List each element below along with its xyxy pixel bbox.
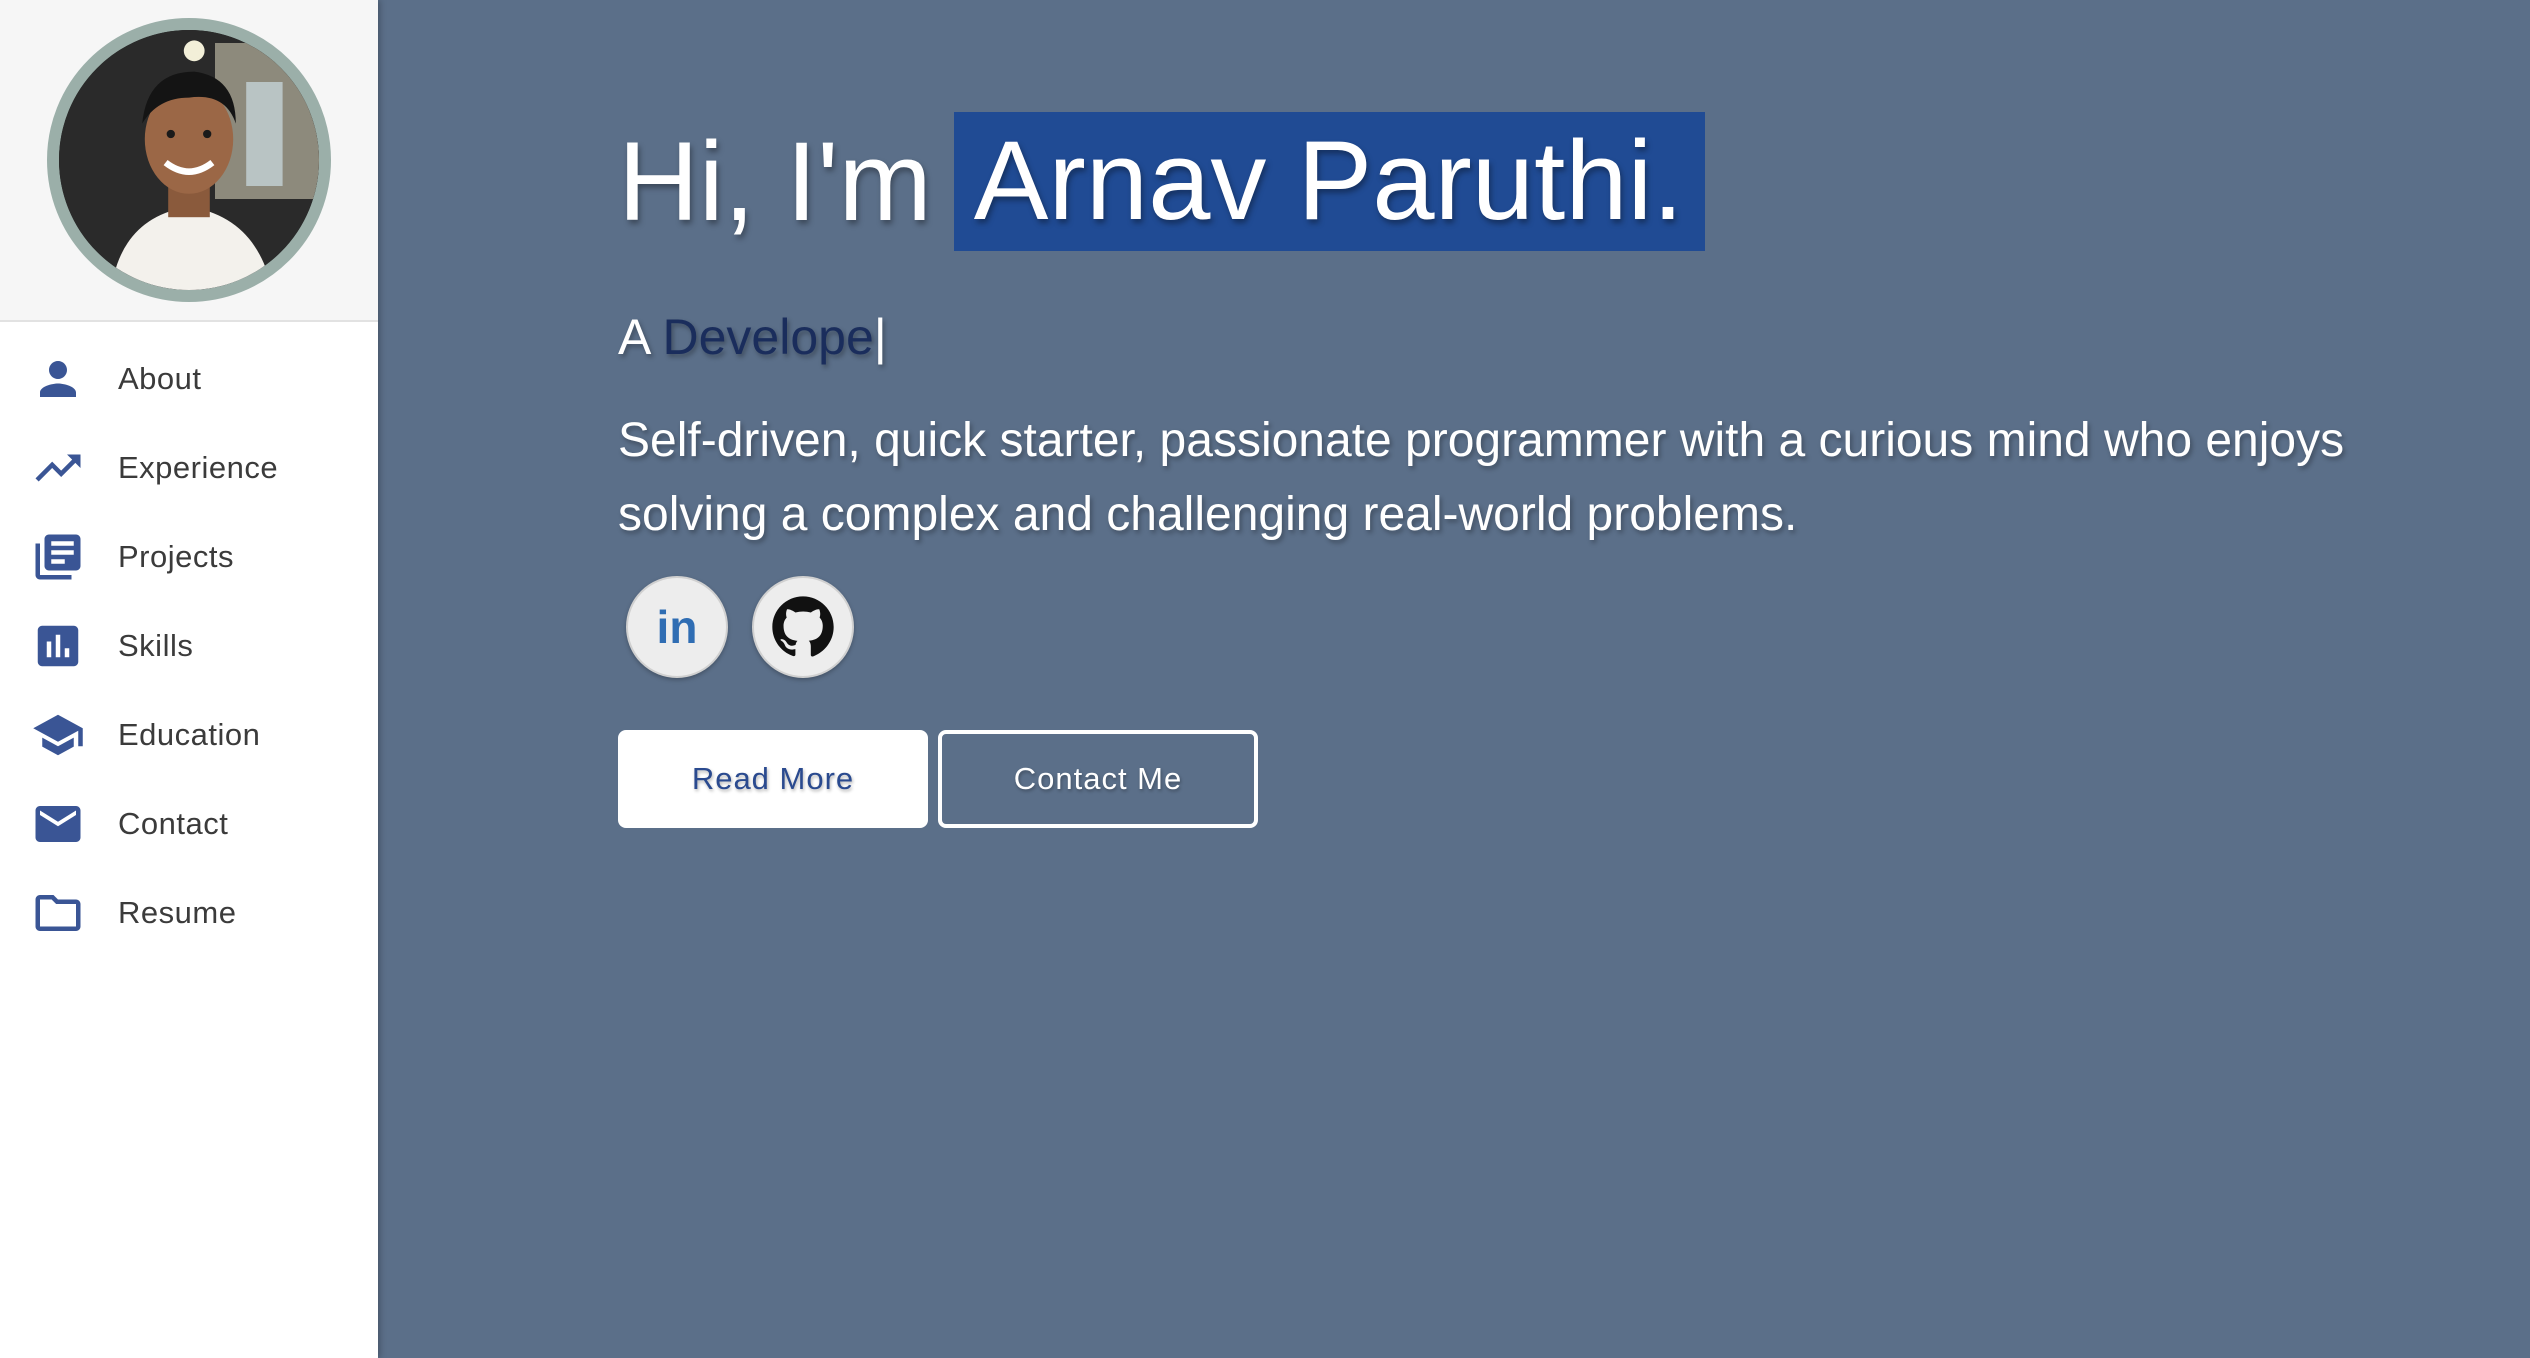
avatar-photo [59,30,319,290]
role-typed-text: Develope [662,309,874,365]
sidebar: About Experience Projects Skills Educati… [0,0,378,1358]
nav-label-skills: Skills [118,627,194,663]
read-more-button[interactable]: Read More [618,730,928,828]
social-links: in [626,576,854,678]
contact-me-button[interactable]: Contact Me [938,730,1258,828]
bar-chart-icon [30,618,86,674]
linkedin-icon: in [657,601,698,653]
name-highlight: Arnav Paruthi. [953,112,1706,251]
page-title: Hi, I'm Arnav Paruthi. [618,112,1706,251]
nav-label-about: About [118,360,202,396]
greeting-text: Hi, I'm [618,119,932,244]
github-icon [772,596,834,657]
nav-label-projects: Projects [118,538,234,574]
profile-header [0,0,378,322]
nav-label-experience: Experience [118,449,279,485]
svg-text:in: in [657,601,698,653]
nav-label-resume: Resume [118,894,237,930]
library-books-icon [30,529,86,585]
school-icon [30,707,86,763]
nav-item-about[interactable]: About [0,334,378,423]
person-icon [30,351,86,407]
nav-label-contact: Contact [118,805,229,841]
mail-icon [30,796,86,852]
nav-item-experience[interactable]: Experience [0,423,378,512]
cta-buttons: Read More Contact Me [618,730,1258,828]
bio-text: Self-driven, quick starter, passionate p… [618,414,2345,541]
nav-menu: About Experience Projects Skills Educati… [0,322,378,957]
folder-icon [30,885,86,941]
typing-cursor: | [873,309,887,365]
github-link[interactable] [752,576,854,678]
nav-item-projects[interactable]: Projects [0,512,378,601]
role-typewriter: A Develope| [618,308,887,366]
role-prefix: A [618,309,649,365]
linkedin-link[interactable]: in [626,576,728,678]
nav-item-skills[interactable]: Skills [0,601,378,690]
nav-label-education: Education [118,716,261,752]
avatar [47,18,331,302]
nav-item-education[interactable]: Education [0,690,378,779]
hero-section: Hi, I'm Arnav Paruthi. A Develope| Self-… [378,0,2530,1358]
nav-item-contact[interactable]: Contact [0,779,378,868]
trending-up-icon [30,440,86,496]
nav-item-resume[interactable]: Resume [0,868,378,957]
